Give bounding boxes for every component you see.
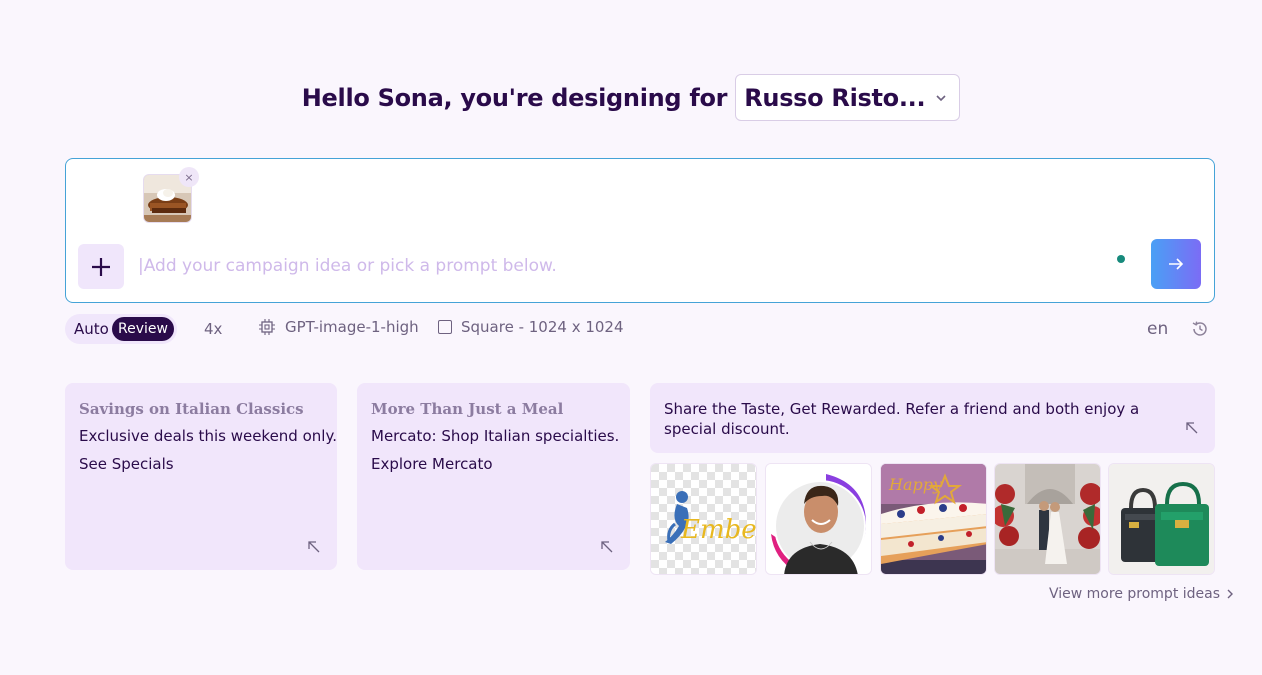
card-line: Exclusive deals this weekend only. bbox=[79, 427, 337, 445]
gallery-image-wedding[interactable] bbox=[994, 463, 1101, 575]
card-line: Mercato: Shop Italian specialties. bbox=[371, 427, 620, 445]
mode-toggle[interactable]: Auto Review bbox=[65, 314, 177, 344]
plus-icon bbox=[92, 257, 110, 276]
card-line: See Specials bbox=[79, 455, 174, 473]
size-label: Square - 1024 x 1024 bbox=[461, 318, 624, 336]
wedding-image bbox=[995, 464, 1100, 574]
prompt-card-share-taste[interactable]: Share the Taste, Get Rewarded. Refer a f… bbox=[650, 383, 1215, 453]
arrow-up-left-icon bbox=[1186, 422, 1198, 434]
logo-text: Embee bbox=[680, 515, 757, 545]
gallery-image-portrait[interactable] bbox=[765, 463, 872, 575]
card-title: More Than Just a Meal bbox=[371, 400, 564, 418]
chevron-down-icon bbox=[936, 94, 946, 101]
header: Hello Sona, you're designing for Russo R… bbox=[0, 74, 1262, 121]
chip-icon bbox=[259, 319, 275, 335]
mode-review-option[interactable]: Review bbox=[112, 317, 174, 341]
status-indicator bbox=[1117, 255, 1125, 263]
options-toolbar: Auto Review 4x GPT-image-1-high Square -… bbox=[65, 314, 1215, 344]
view-more-label: View more prompt ideas bbox=[1049, 586, 1221, 602]
card-line: Explore Mercato bbox=[371, 455, 493, 473]
language-selector[interactable]: en bbox=[1147, 319, 1168, 339]
prompt-box: × bbox=[65, 158, 1215, 303]
cake-image: Happy bbox=[881, 464, 986, 574]
example-gallery: Embee bbox=[650, 463, 1215, 575]
image-count-selector[interactable]: 4x bbox=[204, 320, 222, 338]
prompt-card-italian-classics[interactable]: Savings on Italian Classics Exclusive de… bbox=[65, 383, 337, 570]
brand-name: Russo Risto... bbox=[744, 83, 926, 112]
gallery-image-handbags[interactable] bbox=[1108, 463, 1215, 575]
arrow-up-left-icon bbox=[308, 541, 320, 553]
brand-selector[interactable]: Russo Risto... bbox=[735, 74, 961, 121]
mode-auto-option[interactable]: Auto bbox=[74, 320, 109, 338]
arrow-right-icon bbox=[1169, 258, 1184, 270]
model-label: GPT-image-1-high bbox=[285, 318, 419, 336]
remove-image-button[interactable]: × bbox=[179, 167, 199, 187]
send-button[interactable] bbox=[1151, 239, 1201, 289]
prompt-input[interactable] bbox=[138, 252, 1038, 280]
cake-topper-text: Happy bbox=[888, 475, 943, 494]
checkbox-icon bbox=[438, 320, 452, 334]
add-attachment-button[interactable] bbox=[78, 244, 124, 289]
model-selector[interactable]: GPT-image-1-high bbox=[258, 318, 419, 336]
history-icon[interactable] bbox=[1191, 320, 1209, 338]
handbags-image bbox=[1109, 464, 1214, 574]
gallery-image-cake[interactable]: Happy bbox=[880, 463, 987, 575]
size-selector[interactable]: Square - 1024 x 1024 bbox=[438, 318, 624, 336]
gallery-image-logo[interactable]: Embee bbox=[650, 463, 757, 575]
chevron-right-icon bbox=[1227, 589, 1234, 599]
logo-image: Embee bbox=[651, 464, 757, 574]
arrow-up-left-icon bbox=[601, 541, 613, 553]
portrait-image bbox=[766, 464, 871, 574]
card-title: Savings on Italian Classics bbox=[79, 400, 304, 418]
greeting-text: Hello Sona, you're designing for bbox=[301, 83, 728, 112]
prompt-card-more-than-meal[interactable]: More Than Just a Meal Mercato: Shop Ital… bbox=[357, 383, 630, 570]
view-more-prompts-link[interactable]: View more prompt ideas bbox=[1049, 586, 1234, 602]
card-text: Share the Taste, Get Rewarded. Refer a f… bbox=[664, 400, 1140, 438]
